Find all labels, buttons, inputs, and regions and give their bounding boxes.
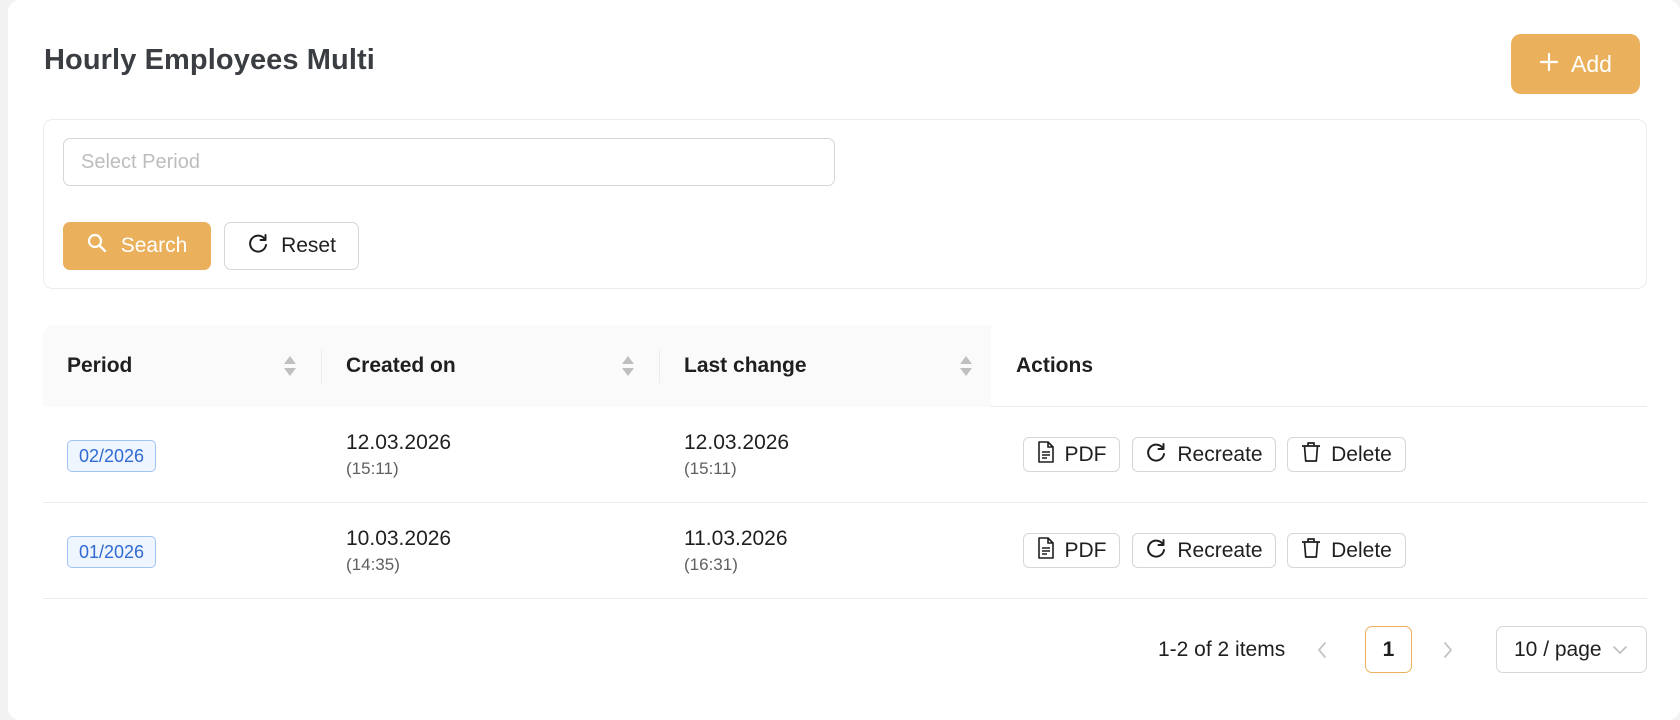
column-header-last-change[interactable]: Last change	[684, 325, 807, 407]
chevron-left-icon	[1316, 641, 1328, 664]
sort-last-change-icon[interactable]	[959, 355, 973, 377]
page-size-select[interactable]: 10 / page	[1496, 626, 1647, 673]
search-button-label: Search	[120, 234, 188, 257]
main-card: Hourly Employees Multi Add Search Reset …	[8, 0, 1680, 720]
created-date: 10.03.2026	[346, 527, 452, 550]
reload-icon	[1145, 537, 1167, 565]
reset-button-label: Reset	[281, 234, 336, 257]
sort-period-icon[interactable]	[283, 355, 297, 377]
search-button[interactable]: Search	[63, 222, 211, 270]
column-header-created-on[interactable]: Created on	[346, 325, 456, 407]
period-tag: 02/2026	[67, 440, 157, 472]
recreate-button-label: Recreate	[1177, 442, 1263, 466]
column-header-actions: Actions	[1016, 354, 1094, 377]
filter-panel: Search Reset	[43, 119, 1647, 289]
prev-page-button[interactable]	[1307, 637, 1337, 667]
created-date: 12.03.2026	[346, 431, 452, 454]
file-text-icon	[1037, 536, 1055, 565]
last-change-date: 12.03.2026	[684, 431, 790, 454]
pagination-total: 1-2 of 2 items	[1158, 638, 1286, 661]
table-row: 02/2026 12.03.2026 (15:11) 12.03.2026 (1…	[43, 407, 1647, 503]
page-size-value: 10 / page	[1514, 637, 1602, 661]
reload-icon	[1145, 441, 1167, 469]
created-time: (15:11)	[346, 459, 399, 478]
last-change-time: (16:31)	[684, 555, 738, 574]
chevron-down-icon	[1612, 638, 1628, 662]
page-title: Hourly Employees Multi	[44, 44, 375, 76]
last-change-date: 11.03.2026	[684, 527, 788, 550]
sort-created-on-icon[interactable]	[621, 355, 635, 377]
chevron-right-icon	[1442, 641, 1454, 664]
column-header-period[interactable]: Period	[67, 325, 132, 407]
pdf-button[interactable]: PDF	[1023, 437, 1120, 472]
delete-button-label: Delete	[1331, 538, 1392, 562]
page-item-1[interactable]: 1	[1365, 626, 1412, 673]
file-text-icon	[1037, 440, 1055, 469]
search-icon	[87, 233, 107, 259]
periods-table: Period Created on Last change Actions 02…	[43, 325, 1647, 599]
add-button[interactable]: Add	[1511, 34, 1640, 94]
reload-icon	[247, 232, 269, 260]
recreate-button-label: Recreate	[1177, 538, 1263, 562]
pdf-button-label: PDF	[1064, 538, 1107, 562]
last-change-time: (15:11)	[684, 459, 737, 478]
next-page-button[interactable]	[1433, 637, 1463, 667]
recreate-button[interactable]: Recreate	[1132, 533, 1276, 568]
created-time: (14:35)	[346, 555, 400, 574]
plus-icon	[1539, 51, 1559, 78]
delete-button-label: Delete	[1331, 442, 1392, 466]
reset-button[interactable]: Reset	[224, 222, 359, 270]
recreate-button[interactable]: Recreate	[1132, 437, 1276, 472]
delete-button[interactable]: Delete	[1287, 437, 1406, 472]
select-period-input[interactable]	[63, 138, 835, 186]
pdf-button[interactable]: PDF	[1023, 533, 1120, 568]
period-tag: 01/2026	[67, 536, 157, 568]
delete-button[interactable]: Delete	[1287, 533, 1406, 568]
trash-icon	[1301, 441, 1321, 469]
pdf-button-label: PDF	[1064, 442, 1107, 466]
add-button-label: Add	[1571, 50, 1612, 77]
table-header: Period Created on Last change Actions	[43, 325, 1647, 407]
trash-icon	[1301, 537, 1321, 565]
table-row: 01/2026 10.03.2026 (14:35) 11.03.2026 (1…	[43, 503, 1647, 599]
